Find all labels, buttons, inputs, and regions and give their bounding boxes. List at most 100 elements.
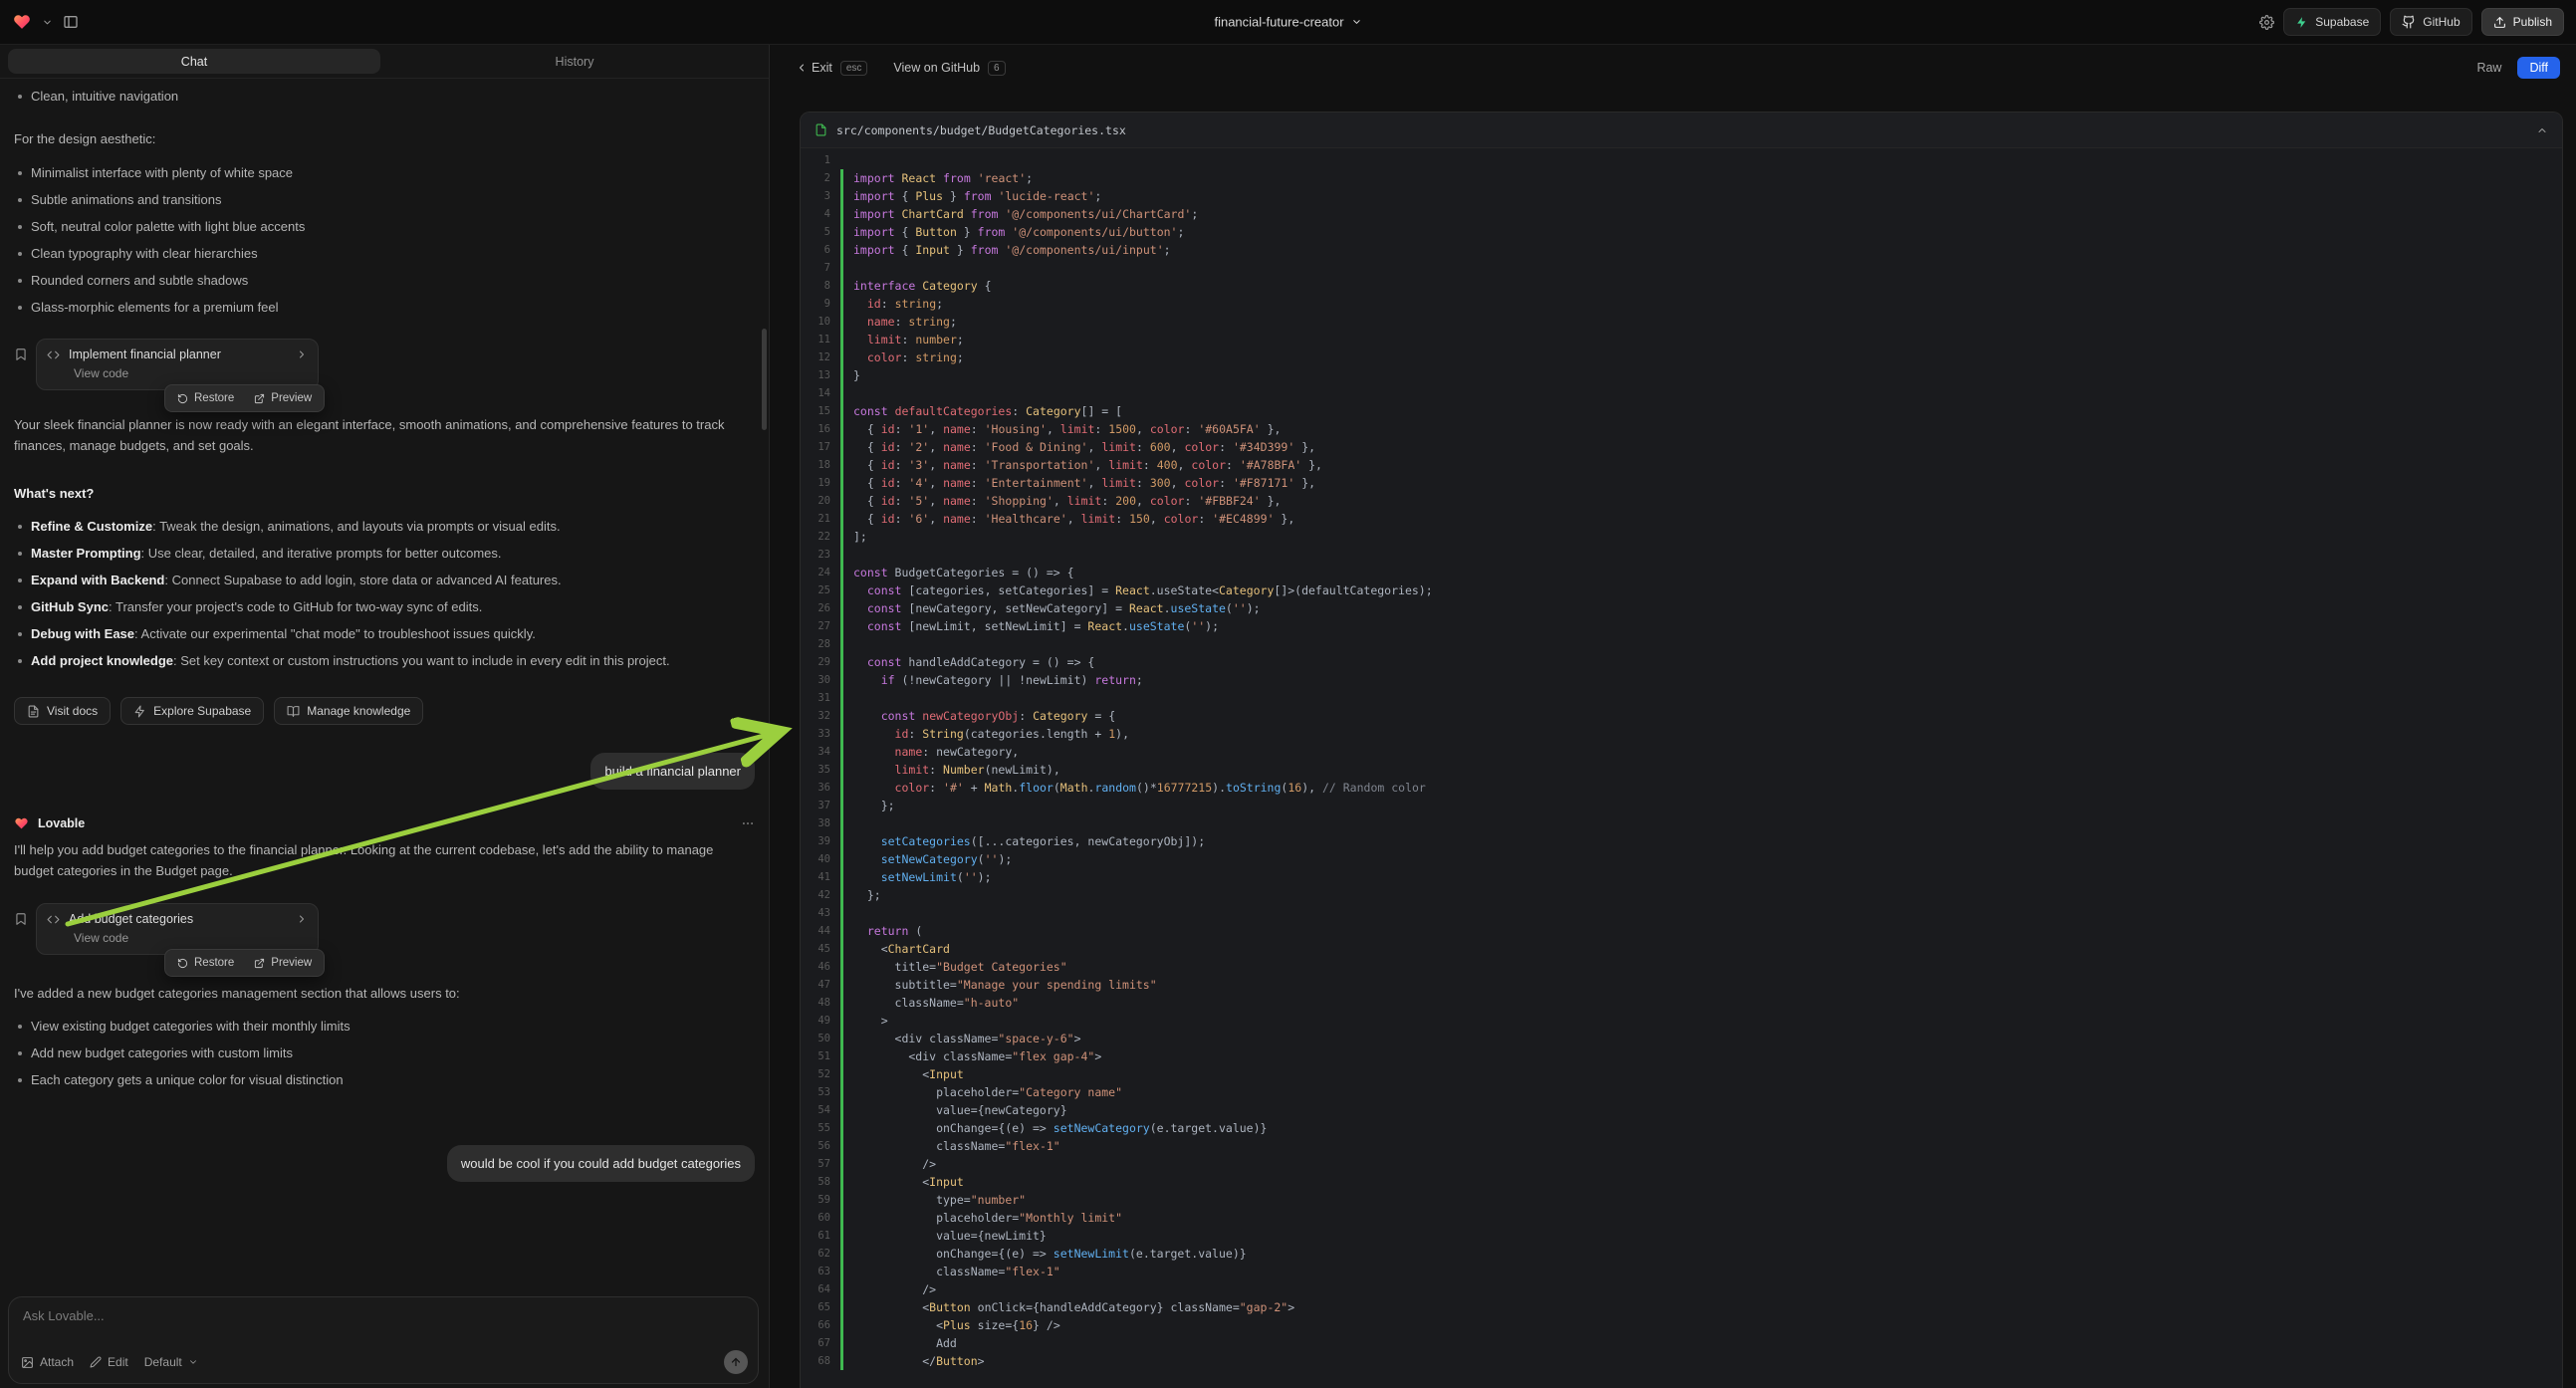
restore-icon <box>177 393 188 404</box>
preview-button[interactable]: Preview <box>245 388 321 408</box>
bookmark-icon[interactable] <box>14 347 28 390</box>
code-line: 22]; <box>801 528 2562 546</box>
supabase-icon <box>2295 16 2308 29</box>
code-lines: 12import React from 'react';3import { Pl… <box>801 151 2562 1370</box>
list-item: Debug with Ease: Activate our experiment… <box>14 624 751 644</box>
chat-panel: Chat History Clean, intuitive navigation… <box>0 45 770 1388</box>
lovable-avatar-icon <box>14 816 29 830</box>
tab-chat[interactable]: Chat <box>8 49 380 74</box>
project-switcher[interactable]: financial-future-creator <box>1214 15 1361 30</box>
sidebar-toggle-icon[interactable] <box>63 14 79 30</box>
edit-card-implement-planner[interactable]: Implement financial planner View code Re… <box>36 339 319 390</box>
exit-button[interactable]: Exit <box>796 61 832 75</box>
manage-knowledge-button[interactable]: Manage knowledge <box>274 697 423 725</box>
whats-next-list: Refine & Customize: Tweak the design, an… <box>14 517 755 671</box>
publish-button[interactable]: Publish <box>2481 8 2564 36</box>
edit-mode-button[interactable]: Edit <box>90 1355 128 1369</box>
diff-added-gutter <box>840 1334 843 1352</box>
restore-button[interactable]: Restore <box>168 953 243 973</box>
visit-docs-button[interactable]: Visit docs <box>14 697 111 725</box>
scrollbar-thumb[interactable] <box>762 329 767 430</box>
tab-history[interactable]: History <box>388 49 761 74</box>
project-name: financial-future-creator <box>1214 15 1343 30</box>
diff-added-gutter <box>840 904 843 922</box>
line-number: 63 <box>801 1266 840 1277</box>
restore-button[interactable]: Restore <box>168 388 243 408</box>
code-line: 29 const handleAddCategory = () => { <box>801 653 2562 671</box>
external-link-icon <box>254 393 265 404</box>
list-item: Minimalist interface with plenty of whit… <box>14 163 751 183</box>
diff-added-gutter <box>840 1065 843 1083</box>
line-number: 16 <box>801 423 840 435</box>
send-button[interactable] <box>724 1350 748 1374</box>
code-text: <Input <box>853 1067 964 1081</box>
diff-added-gutter <box>840 940 843 958</box>
line-number: 7 <box>801 262 840 274</box>
code-line: 50 <div className="space-y-6"> <box>801 1030 2562 1047</box>
diff-added-gutter <box>840 832 843 850</box>
code-file-card: src/components/budget/BudgetCategories.t… <box>800 112 2563 1388</box>
assistant-header: Lovable <box>14 816 755 830</box>
code-text: <div className="space-y-6"> <box>853 1032 1081 1045</box>
code-line: 6import { Input } from '@/components/ui/… <box>801 241 2562 259</box>
attach-button[interactable]: Attach <box>21 1355 74 1369</box>
chevron-right-icon[interactable] <box>296 348 308 360</box>
view-on-github-button[interactable]: View on GitHub <box>893 61 980 75</box>
code-text: const [newCategory, setNewCategory] = Re… <box>853 601 1261 615</box>
line-number: 38 <box>801 817 840 829</box>
supabase-button[interactable]: Supabase <box>2283 8 2381 36</box>
code-line: 46 title="Budget Categories" <box>801 958 2562 976</box>
preview-button[interactable]: Preview <box>245 953 321 973</box>
diff-toggle[interactable]: Diff <box>2517 57 2560 79</box>
file-header[interactable]: src/components/budget/BudgetCategories.t… <box>801 113 2562 148</box>
code-text: </Button> <box>853 1354 985 1368</box>
line-number: 34 <box>801 746 840 758</box>
explore-supabase-button[interactable]: Explore Supabase <box>120 697 264 725</box>
bookmark-icon[interactable] <box>14 912 28 955</box>
design-intro-text: For the design aesthetic: <box>14 128 755 149</box>
code-text: name: newCategory, <box>853 745 1019 759</box>
chat-scroll-area: Clean, intuitive navigation For the desi… <box>0 79 769 1292</box>
code-line: 33 id: String(categories.length + 1), <box>801 725 2562 743</box>
code-panel: Exit esc View on GitHub 6 Raw Diff src/c… <box>770 45 2576 1388</box>
lovable-logo-icon[interactable] <box>12 13 32 31</box>
raw-toggle[interactable]: Raw <box>2476 61 2501 75</box>
code-text: import ChartCard from '@/components/ui/C… <box>853 207 1198 221</box>
code-line: 45 <ChartCard <box>801 940 2562 958</box>
version-popover: Restore Preview <box>164 949 325 977</box>
line-number: 67 <box>801 1337 840 1349</box>
code-line: 10 name: string; <box>801 313 2562 331</box>
model-select[interactable]: Default <box>144 1355 198 1369</box>
line-number: 14 <box>801 387 840 399</box>
list-item: Clean, intuitive navigation <box>14 87 751 107</box>
code-line: 7 <box>801 259 2562 277</box>
workspace-chevron-down-icon[interactable] <box>42 17 53 28</box>
app-window: financial-future-creator Supabase GitHub <box>0 0 2576 1388</box>
diff-added-gutter <box>840 1245 843 1263</box>
diff-added-gutter <box>840 1263 843 1280</box>
message-menu-icon[interactable] <box>741 816 755 830</box>
code-text: name: string; <box>853 315 957 329</box>
line-number: 21 <box>801 513 840 525</box>
line-number: 51 <box>801 1050 840 1062</box>
code-line: 28 <box>801 635 2562 653</box>
chat-input[interactable] <box>23 1308 744 1323</box>
github-button[interactable]: GitHub <box>2390 8 2471 36</box>
line-number: 25 <box>801 584 840 596</box>
image-icon <box>21 1356 34 1369</box>
diff-added-gutter <box>840 223 843 241</box>
line-number: 39 <box>801 835 840 847</box>
code-text: value={newLimit} <box>853 1229 1047 1243</box>
chevron-up-icon[interactable] <box>2536 124 2548 136</box>
chevron-right-icon[interactable] <box>296 913 308 925</box>
line-number: 46 <box>801 961 840 973</box>
code-editor[interactable]: 12import React from 'react';3import { Pl… <box>801 148 2562 1388</box>
code-line: 9 id: string; <box>801 295 2562 313</box>
settings-gear-icon[interactable] <box>2259 15 2274 30</box>
diff-added-gutter <box>840 958 843 976</box>
diff-added-gutter <box>840 1155 843 1173</box>
edit-card-add-budget-categories[interactable]: Add budget categories View code Restore <box>36 903 319 955</box>
line-number: 47 <box>801 979 840 991</box>
code-text: const defaultCategories: Category[] = [ <box>853 404 1122 418</box>
file-icon <box>815 123 827 136</box>
